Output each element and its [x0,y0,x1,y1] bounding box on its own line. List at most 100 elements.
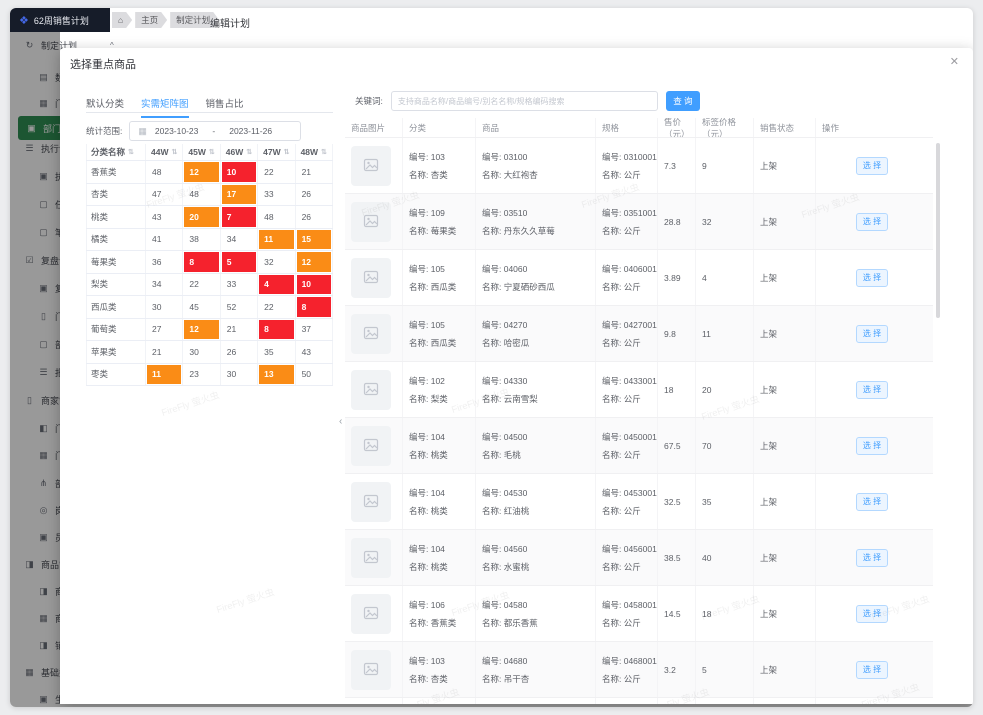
select-key-products-modal: 选择重点商品 ✕ 默认分类 实需矩阵图 销售占比 统计范围: ▦ 2023-10-2… [60,48,973,704]
product-cell: 编号: 04060 名称: 宁夏硒砂西瓜 [476,250,596,305]
products-header-cell: 商品图片 [345,118,403,137]
action-cell: 选 择 [816,586,928,641]
stat-range-row: 统计范围: ▦ 2023-10-23 - 2023-11-26 [86,121,302,141]
sort-icon[interactable]: ⇅ [284,148,290,156]
sort-icon[interactable]: ⇅ [171,148,177,156]
heatmap-value: 26 [226,346,237,357]
select-button[interactable]: 选 择 [856,436,888,455]
search-button[interactable]: 查 询 [665,91,700,111]
sort-icon[interactable]: ⇅ [321,148,327,156]
select-button[interactable]: 选 择 [856,212,888,231]
product-image-placeholder [351,257,391,298]
heatmap-highlight-cell: 8 [184,252,219,272]
heatmap-value: 41 [152,234,162,245]
heatmap-cell: 26 [296,183,333,205]
home-icon[interactable]: ⌂ [112,12,132,28]
heatmap-highlight-cell: 8 [259,319,294,339]
tab-销售占比[interactable]: 销售占比 [206,96,244,118]
pane-collapse-handle[interactable]: ‹ [339,416,342,427]
select-button[interactable]: 选 择 [856,268,888,287]
product-image-cell [345,586,403,641]
spec-name: 名称: 公斤 [602,281,641,292]
heatmap-category-label: 葡萄类 [86,318,146,340]
date-range-picker[interactable]: ▦ 2023-10-23 - 2023-11-26 [129,121,302,141]
product-no: 编号: 04330 [482,375,528,386]
select-button[interactable]: 选 择 [856,492,888,511]
spec-name: 名称: 公斤 [602,617,641,628]
breadcrumb-tag-home[interactable]: 主页 [135,12,167,28]
heatmap-category-label: 苹果类 [86,341,146,363]
product-name: 名称: 云南雪梨 [482,393,538,404]
price-cell: 67.5 [658,418,696,473]
category-no: 编号: 104 [409,431,445,442]
heatmap-cell: 23 [183,363,221,385]
select-button[interactable]: 选 择 [856,604,888,623]
price-cell: 14.5 [658,586,696,641]
date-start[interactable]: 2023-10-23 [155,126,198,136]
heatmap-value: 33 [226,279,237,290]
product-name: 名称: 丹东久久草莓 [482,225,555,236]
heatmap-cell: 12 [183,161,221,183]
product-image-placeholder [351,425,391,466]
product-no: 编号: 04500 [482,431,528,442]
category-cell: 编号: 106 名称: 香蕉类 [403,586,476,641]
spec-cell: 编号: 0450001 名称: 公斤 [596,418,658,473]
product-image-cell [345,474,403,529]
heatmap-value: 38 [189,234,199,245]
product-cell: 编号: 04580 名称: 都乐香蕉 [476,586,596,641]
tag-price-cell: 70 [696,418,754,473]
product-no: 编号: 04560 [482,543,528,554]
spec-cell: 编号: 0406001 名称: 公斤 [596,250,658,305]
category-name: 名称: 桃类 [409,505,448,516]
heatmap-value: 37 [301,324,312,335]
spec-no: 编号: 0458001 [602,599,657,610]
category-cell: 编号: 102 名称: 梨类 [403,362,476,417]
tab-实需矩阵图[interactable]: 实需矩阵图 [141,96,189,118]
spec-cell: 编号: 0458001 名称: 公斤 [596,586,658,641]
keyword-input[interactable] [390,91,658,111]
heatmap-cell: 8 [183,251,221,273]
heatmap-cell: 30 [221,363,259,385]
sort-icon[interactable]: ⇅ [209,148,215,156]
select-button[interactable]: 选 择 [856,548,888,567]
product-image-cell [345,642,403,697]
action-cell: 选 择 [816,250,928,305]
select-button[interactable]: 选 择 [856,660,888,679]
heatmap-cell: 12 [183,318,221,340]
spec-name: 名称: 公斤 [602,449,641,460]
product-name: 名称: 毛桃 [482,449,521,460]
select-button[interactable]: 选 择 [856,156,888,175]
product-image-placeholder [351,313,391,354]
heatmap-cell: 34 [221,228,259,250]
heatmap-highlight-cell: 17 [221,184,257,204]
table-row: 编号: 105 名称: 西瓜类 编号: 04060 名称: 宁夏硒砂西瓜 编号: 040… [345,250,933,306]
spec-cell: 编号: 0351001 名称: 公斤 [596,194,658,249]
heatmap-value: 21 [226,324,237,335]
date-end[interactable]: 2023-11-26 [229,126,272,136]
table-scrollbar[interactable] [936,143,940,318]
product-cell: 编号: 04680 名称: 吊干杏 [476,642,596,697]
heatmap-cell: 52 [221,296,259,318]
close-icon[interactable]: ✕ [950,55,959,68]
select-button[interactable]: 选 择 [856,380,888,399]
heatmap-highlight-cell: 13 [259,364,294,384]
tab-默认分类[interactable]: 默认分类 [86,96,124,118]
heatmap-row: 西瓜类 30 45 52 22 8 [86,296,333,319]
products-header-row: 商品图片 分类 商品 规格 售价（元） 标签价格（元） 销售状态 操作 [345,118,933,138]
heatmap-cell: 13 [258,363,296,385]
category-cell: 编号: 104 名称: 桃类 [403,418,476,473]
heatmap-cell: 10 [296,273,333,295]
category-no: 编号: 109 [409,207,445,218]
heatmap-row: 枣类 11 23 30 13 50 [86,363,333,386]
status-cell: 上架 [754,250,816,305]
heatmap-value: 43 [152,211,162,222]
heatmap-cell: 26 [221,341,259,363]
select-button[interactable]: 选 择 [856,324,888,343]
product-no: 编号: 03510 [482,207,528,218]
image-icon [363,269,379,287]
category-cell: 编号: 109 名称: 莓果类 [403,194,476,249]
watermark: FireFly 萤火虫 [215,586,276,616]
sort-icon[interactable]: ⇅ [246,148,252,156]
sort-icon[interactable]: ⇅ [128,148,134,156]
heatmap-row: 橘类 41 38 34 11 15 [86,228,333,251]
